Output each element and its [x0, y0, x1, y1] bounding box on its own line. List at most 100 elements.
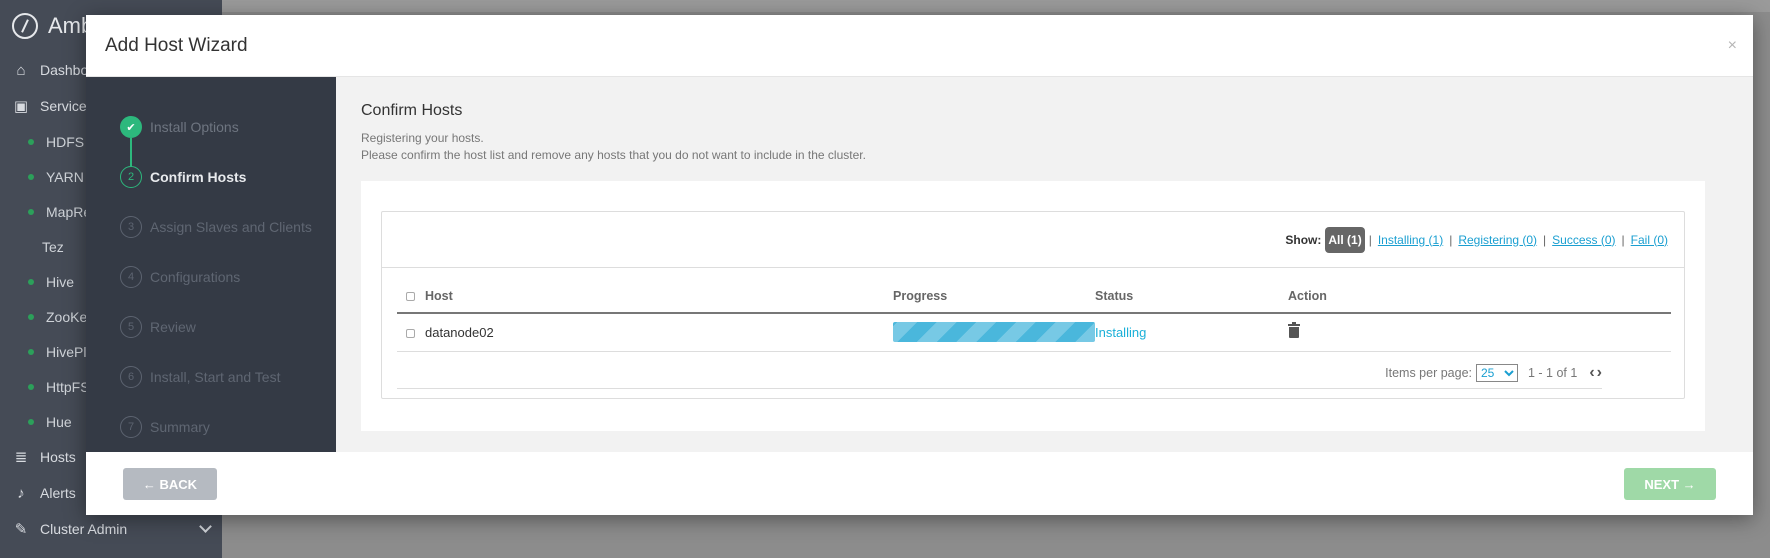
content-desc-2: Please confirm the host list and remove … — [361, 148, 866, 162]
chevron-down-icon — [199, 520, 212, 533]
page-title: Confirm Hosts — [361, 102, 463, 119]
close-icon[interactable]: × — [1728, 37, 1737, 55]
col-host: Host — [397, 280, 893, 314]
service-label: Tez — [42, 238, 64, 255]
filter-registering[interactable]: Registering (0) — [1458, 233, 1537, 247]
wizard-step[interactable]: ✔ Install Options — [86, 102, 336, 152]
service-label: Hue — [46, 413, 72, 430]
select-all-checkbox[interactable] — [406, 292, 415, 302]
nav-services-label: Service — [40, 98, 87, 114]
status-dot-icon — [28, 383, 34, 390]
wizard-body: ✔ Install Options 2 Confirm Hosts 3 Assign Sl… — [86, 77, 1753, 452]
modal-footer: ← BACK NEXT → — [86, 452, 1753, 515]
col-status: Status — [1095, 280, 1288, 314]
nav-cluster-admin-label: Cluster Admin — [40, 521, 128, 537]
progress-cell — [893, 313, 1095, 352]
filter-sep: | — [1543, 232, 1547, 247]
status-dot-icon — [28, 208, 34, 215]
wizard-step-label: Configurations — [150, 269, 241, 285]
wizard-step: 6 Install, Start and Test — [86, 352, 336, 402]
hosts-table: Host Progress Status Action datanode02 In… — [397, 280, 1671, 352]
wizard-content: Confirm Hosts Registering your hosts. Pl… — [336, 77, 1753, 452]
step-number: 5 — [120, 316, 142, 338]
wizard-step-label: Assign Slaves and Clients — [150, 219, 312, 235]
service-label: Hive — [46, 273, 75, 290]
next-button[interactable]: NEXT → — [1624, 468, 1716, 500]
filter-all[interactable]: All (1) — [1325, 226, 1365, 253]
col-action: Action — [1288, 280, 1671, 314]
wizard-step: 3 Assign Slaves and Clients — [86, 202, 336, 252]
service-label: HDFS — [46, 133, 85, 150]
filter-sep: | — [1621, 232, 1625, 247]
show-label: Show: — [1285, 232, 1322, 247]
status-dot-icon — [28, 418, 34, 425]
filter-sep: | — [1449, 232, 1453, 247]
modal-title: Add Host Wizard — [105, 34, 248, 56]
wizard-step-label: Review — [150, 319, 196, 335]
step-number: 2 — [120, 166, 142, 188]
status-dot-icon — [28, 278, 34, 285]
add-host-wizard-modal: Add Host Wizard × ✔ Install Options 2 Confi… — [86, 15, 1753, 515]
home-icon: ⌂ — [16, 61, 26, 79]
filter-success[interactable]: Success (0) — [1552, 233, 1615, 247]
wizard-step: 5 Review — [86, 302, 336, 352]
step-number: 4 — [120, 266, 142, 288]
nav-cluster-admin[interactable]: ✎ Cluster Admin — [0, 511, 222, 547]
hosts-panel: Show: All (1) | Installing (1) | Registe… — [381, 211, 1685, 399]
ambari-logo-icon — [12, 13, 38, 39]
wizard-steps: ✔ Install Options 2 Confirm Hosts 3 Assign Sl… — [86, 77, 336, 452]
pagination: Items per page: 25 1 - 1 of 1 ‹ › — [397, 357, 1602, 389]
wizard-step: 4 Configurations — [86, 252, 336, 302]
status-dot-icon — [28, 173, 34, 180]
service-label: HttpFS — [46, 378, 90, 395]
nav-dashboard-label: Dashbo — [40, 62, 89, 78]
nav-alerts-label: Alerts — [40, 485, 76, 501]
table-header-row: Host Progress Status Action — [397, 280, 1671, 314]
page-range: 1 - 1 of 1 — [1528, 365, 1578, 380]
service-label: YARN — [46, 168, 84, 185]
table-row: datanode02 Installing — [397, 313, 1671, 352]
app-topbar — [222, 0, 1770, 12]
filter-fail[interactable]: Fail (0) — [1631, 233, 1668, 247]
service-label: MapRe — [46, 203, 92, 220]
items-per-page-select[interactable]: 25 — [1476, 363, 1518, 382]
wizard-step: 7 Summary — [86, 402, 336, 452]
progress-bar[interactable] — [893, 322, 1095, 343]
briefcase-icon: ▣ — [13, 98, 29, 115]
action-cell — [1288, 313, 1671, 352]
row-checkbox[interactable] — [406, 328, 415, 338]
filter-installing[interactable]: Installing (1) — [1378, 233, 1443, 247]
wizard-step-label: Install, Start and Test — [150, 369, 281, 385]
hosts-card: Show: All (1) | Installing (1) | Registe… — [361, 181, 1705, 431]
modal-header: Add Host Wizard × — [86, 15, 1753, 77]
items-per-page-label: Items per page: — [1385, 365, 1472, 380]
status-link[interactable]: Installing — [1095, 325, 1146, 340]
checkmark-icon: ✔ — [120, 116, 142, 138]
status-cell: Installing — [1095, 313, 1288, 352]
chevron-right-icon[interactable]: › — [1597, 364, 1602, 382]
status-dot-icon — [28, 138, 34, 145]
status-dot-icon — [28, 348, 34, 355]
wizard-step-label: Install Options — [150, 119, 239, 135]
step-number: 6 — [120, 366, 142, 388]
chevron-left-icon[interactable]: ‹ — [1589, 364, 1594, 382]
wizard-step-label: Confirm Hosts — [150, 169, 247, 185]
host-cell: datanode02 — [397, 313, 893, 352]
trash-icon[interactable] — [1288, 321, 1300, 338]
step-number: 3 — [120, 216, 142, 238]
wrench-icon: ✎ — [14, 521, 28, 538]
bell-icon: ♪ — [17, 484, 25, 502]
step-number: 7 — [120, 416, 142, 438]
filter-sep: | — [1368, 232, 1372, 247]
nav-hosts-label: Hosts — [40, 449, 76, 465]
wizard-step-label: Summary — [150, 419, 210, 435]
status-dot-icon — [28, 313, 34, 320]
server-icon: ≣ — [14, 449, 28, 466]
filter-bar: Show: All (1) | Installing (1) | Registe… — [382, 212, 1684, 268]
col-progress: Progress — [893, 280, 1095, 314]
col-host-label: Host — [425, 289, 453, 303]
content-desc-1: Registering your hosts. — [361, 131, 484, 145]
back-button[interactable]: ← BACK — [123, 468, 217, 500]
host-name: datanode02 — [425, 324, 494, 340]
wizard-step[interactable]: 2 Confirm Hosts — [86, 152, 336, 202]
